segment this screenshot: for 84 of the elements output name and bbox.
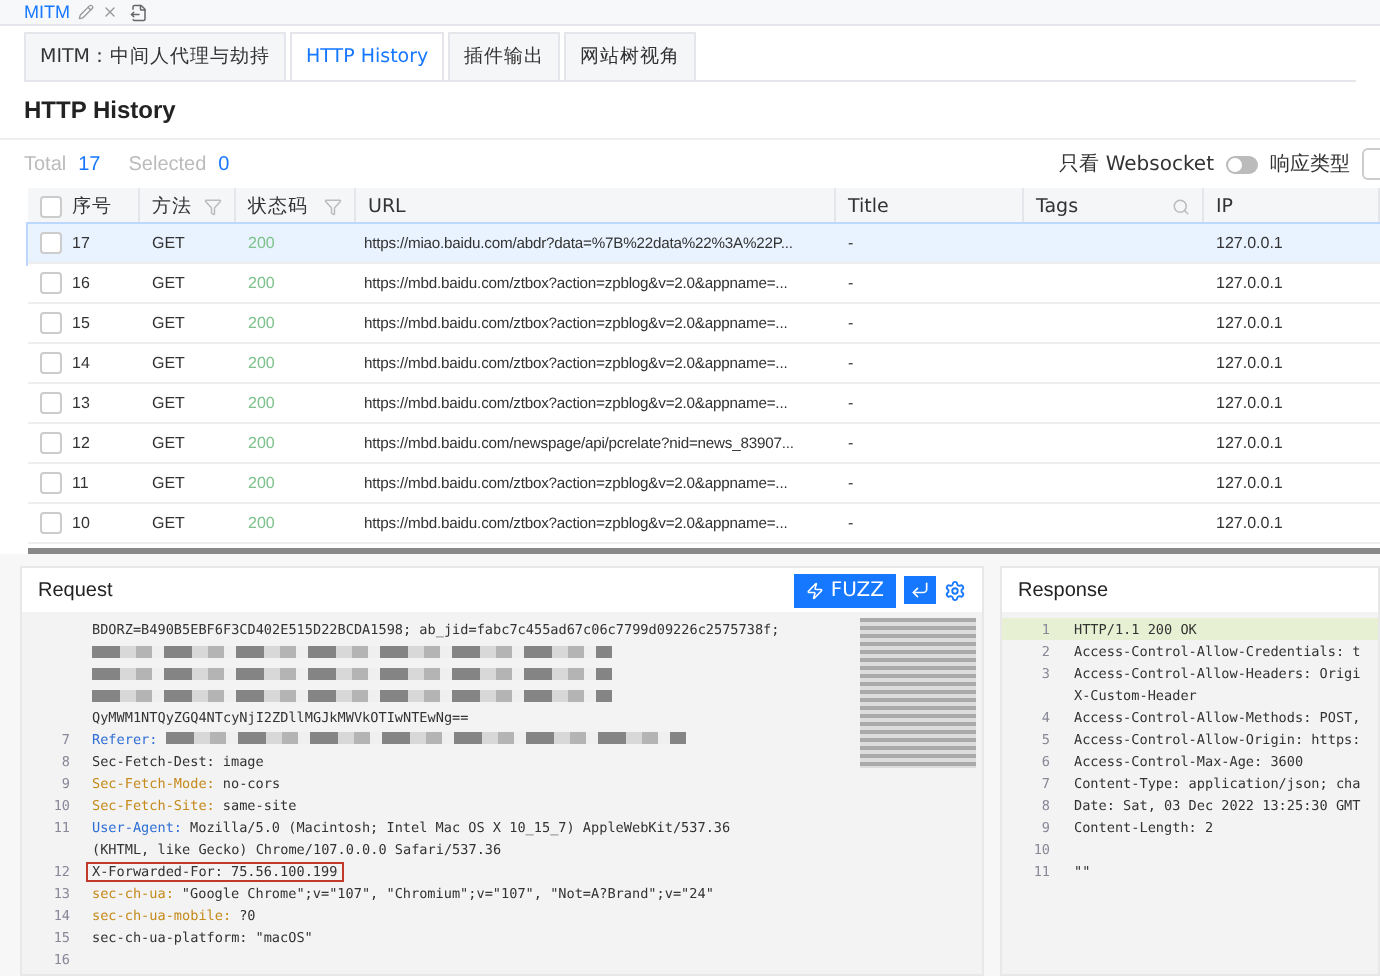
status-cell-text: 200 bbox=[246, 394, 277, 412]
table-cell-text: 127.0.0.1 bbox=[1214, 354, 1285, 372]
total-label: Total bbox=[24, 153, 67, 175]
table-cell-text: - bbox=[846, 474, 856, 492]
status-cell-text: 200 bbox=[246, 234, 277, 252]
column-header: 状态码 bbox=[248, 193, 308, 219]
row-checkbox[interactable] bbox=[40, 512, 62, 534]
table-cell-text: GET bbox=[150, 314, 187, 332]
table-cell-text: - bbox=[846, 354, 856, 372]
table-cell-text: - bbox=[846, 514, 856, 532]
table-cell-text: 127.0.0.1 bbox=[1214, 394, 1285, 412]
column-header: 方法 bbox=[152, 193, 192, 219]
status-cell-text: 200 bbox=[246, 474, 277, 492]
panel-title: Response bbox=[1018, 579, 1109, 601]
column-header: Title bbox=[848, 195, 889, 217]
table-cell: 11 bbox=[72, 474, 89, 492]
tab[interactable]: 网站树视角 bbox=[564, 32, 697, 80]
response-type-select[interactable] bbox=[1362, 148, 1380, 180]
row-checkbox[interactable] bbox=[40, 232, 62, 254]
table-cell-text: GET bbox=[150, 274, 187, 292]
table-cell: 15 bbox=[72, 314, 90, 332]
close-icon[interactable] bbox=[102, 4, 118, 20]
row-checkbox[interactable] bbox=[40, 392, 62, 414]
export-icon[interactable] bbox=[130, 3, 148, 21]
selected-count: 0 bbox=[218, 153, 230, 175]
table-cell-text: - bbox=[846, 234, 856, 252]
column-header: 序号 bbox=[72, 193, 112, 219]
filter-icon[interactable] bbox=[324, 197, 342, 215]
status-cell-text: 200 bbox=[246, 514, 277, 532]
search-icon[interactable] bbox=[1172, 197, 1190, 215]
selected-label: Selected bbox=[128, 153, 207, 175]
settings-icon[interactable] bbox=[944, 579, 966, 601]
tab[interactable]: 插件输出 bbox=[448, 32, 561, 80]
table-cell: 16 bbox=[72, 274, 90, 292]
table-cell-text: - bbox=[846, 394, 856, 412]
return-arrow-icon bbox=[910, 580, 930, 600]
row-checkbox[interactable] bbox=[40, 352, 62, 374]
fuzz-button[interactable]: FUZZ bbox=[794, 573, 896, 607]
page-title: HTTP History bbox=[0, 82, 1380, 140]
websocket-filter-label: 只看 Websocket bbox=[1059, 151, 1214, 178]
table-cell-text: GET bbox=[150, 514, 187, 532]
table-cell-text: - bbox=[846, 434, 856, 452]
table-cell: 12 bbox=[72, 434, 90, 452]
table-cell-text: GET bbox=[150, 234, 187, 252]
table-cell-text: GET bbox=[150, 354, 187, 372]
table-cell-text: - bbox=[846, 274, 856, 292]
table-cell-text: GET bbox=[150, 394, 187, 412]
status-cell-text: 200 bbox=[246, 434, 277, 452]
table-cell-text: GET bbox=[150, 434, 187, 452]
scrollbar[interactable] bbox=[28, 548, 1380, 554]
column-header: IP bbox=[1216, 195, 1234, 217]
table-cell-text: - bbox=[846, 314, 856, 332]
table-cell: 13 bbox=[72, 394, 90, 412]
enter-button[interactable] bbox=[904, 576, 936, 604]
table-cell-text: 127.0.0.1 bbox=[1214, 234, 1285, 252]
mitm-tab[interactable]: MITM bbox=[24, 2, 118, 22]
column-header: Tags bbox=[1036, 195, 1079, 217]
table-cell-text: 127.0.0.1 bbox=[1214, 434, 1285, 452]
tab[interactable]: HTTP History bbox=[290, 32, 445, 80]
row-checkbox[interactable] bbox=[40, 272, 62, 294]
status-cell-text: 200 bbox=[246, 354, 277, 372]
tab[interactable]: MITM：中间人代理与劫持 bbox=[24, 32, 286, 80]
row-checkbox[interactable] bbox=[40, 432, 62, 454]
table-cell-text: 127.0.0.1 bbox=[1214, 274, 1285, 292]
row-checkbox[interactable] bbox=[40, 312, 62, 334]
status-cell-text: 200 bbox=[246, 274, 277, 292]
row-checkbox[interactable] bbox=[40, 472, 62, 494]
filter-icon[interactable] bbox=[204, 197, 222, 215]
table-cell: 14 bbox=[72, 354, 90, 372]
table-cell-text: 127.0.0.1 bbox=[1214, 514, 1285, 532]
table-cell: 10 bbox=[72, 514, 90, 532]
table-cell-text: GET bbox=[150, 474, 187, 492]
status-cell-text: 200 bbox=[246, 314, 277, 332]
select-all-checkbox[interactable] bbox=[40, 195, 62, 217]
table-cell: 17 bbox=[72, 234, 90, 252]
column-header: URL bbox=[368, 195, 406, 217]
table-cell-text: 127.0.0.1 bbox=[1214, 314, 1285, 332]
panel-title: Request bbox=[38, 579, 113, 601]
lightning-icon bbox=[806, 581, 825, 599]
total-count: 17 bbox=[78, 153, 101, 175]
response-type-label: 响应类型 bbox=[1270, 151, 1350, 178]
table-cell-text: 127.0.0.1 bbox=[1214, 474, 1285, 492]
edit-icon[interactable] bbox=[78, 4, 94, 20]
websocket-toggle[interactable] bbox=[1226, 155, 1258, 173]
